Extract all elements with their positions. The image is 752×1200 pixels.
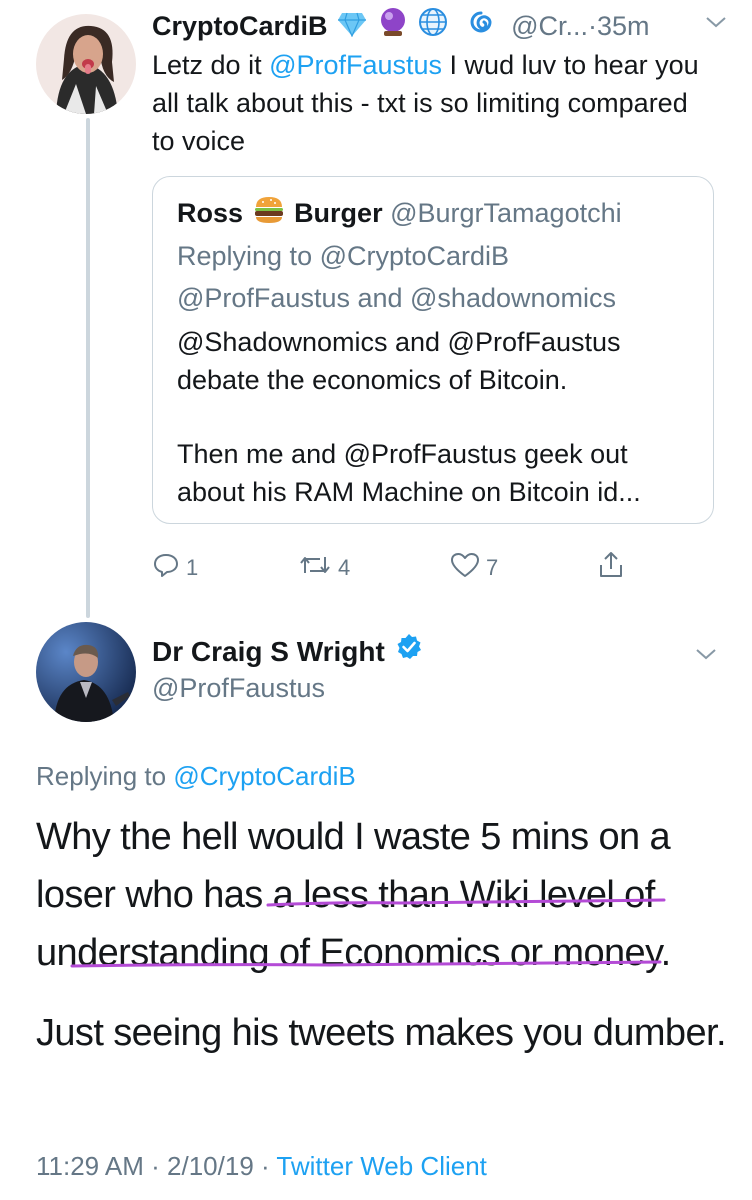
quote-reply-label: Replying to @CryptoCardiB — [177, 241, 510, 271]
quote-first-name: Ross — [177, 198, 244, 228]
tweet-paragraph: Just seeing his tweets makes you dumber. — [36, 1012, 727, 1054]
quote-text: @Shadownomics and @ProfFaustus debate th… — [177, 323, 697, 511]
share-icon — [596, 550, 626, 586]
cyclone-icon — [466, 7, 496, 48]
author-handle[interactable]: @ProfFaustus — [152, 670, 325, 706]
quote-paragraph: @Shadownomics and @ProfFaustus debate th… — [177, 327, 621, 395]
replying-mention[interactable]: @CryptoCardiB — [173, 761, 355, 791]
thread-line — [86, 118, 90, 618]
retweet-count: 4 — [338, 555, 351, 580]
retweet-icon — [298, 551, 332, 585]
reply-count: 1 — [186, 555, 199, 580]
reply-button[interactable]: 1 — [152, 548, 198, 588]
tweet-paragraph: Why the hell would I waste 5 mins on a l… — [36, 816, 671, 974]
burger-icon — [253, 195, 285, 235]
like-count: 7 — [486, 555, 499, 580]
avatar[interactable] — [36, 14, 136, 114]
mention-link[interactable]: @ProfFaustus — [269, 50, 442, 80]
reply-icon — [152, 551, 180, 585]
author-name-row: Dr Craig S Wright — [152, 632, 423, 672]
quote-reply-mentions: @ProfFaustus and @shadownomics — [177, 283, 617, 313]
client-link[interactable]: Twitter Web Client — [276, 1151, 486, 1181]
quoted-tweet[interactable]: Ross Burger @BurgrTamagotchi Replying to… — [152, 176, 714, 524]
globe-icon — [418, 7, 448, 48]
quote-paragraph: Then me and @ProfFaustus geek out about … — [177, 439, 641, 507]
chevron-down-icon[interactable] — [704, 14, 728, 35]
like-icon — [450, 551, 480, 585]
header-handle[interactable]: @Cr... — [511, 11, 588, 41]
share-button[interactable] — [596, 548, 626, 588]
display-name[interactable]: Dr Craig S Wright — [152, 632, 385, 672]
avatar[interactable] — [36, 622, 136, 722]
diamond-icon — [337, 8, 367, 48]
tweet-timestamp[interactable]: 11:29 AM · 2/10/19 · — [36, 1151, 276, 1181]
quote-last-name: Burger — [294, 198, 383, 228]
replying-label: Replying to — [36, 761, 174, 791]
quote-replying-to: Replying to @CryptoCardiB @ProfFaustus a… — [177, 235, 697, 319]
quote-handle: @BurgrTamagotchi — [390, 198, 622, 228]
tweet-text-prefix: Letz do it — [152, 50, 270, 80]
display-name[interactable]: CryptoCardiB — [152, 11, 328, 41]
replying-to: Replying to @CryptoCardiB — [36, 756, 356, 796]
crystal-ball-icon — [379, 7, 407, 48]
tweet-text: Why the hell would I waste 5 mins on a l… — [36, 808, 727, 1062]
tweet-meta: 11:29 AM · 2/10/19 · Twitter Web Client — [36, 1146, 487, 1186]
tweet-header: CryptoCardiB @Cr...·35m — [152, 6, 732, 46]
verified-icon — [395, 632, 423, 672]
quote-header: Ross Burger @BurgrTamagotchi — [177, 193, 622, 235]
timestamp[interactable]: 35m — [597, 11, 650, 41]
retweet-button[interactable]: 4 — [298, 548, 350, 588]
tweet-text: Letz do it @ProfFaustus I wud luv to hea… — [152, 46, 712, 160]
like-button[interactable]: 7 — [450, 548, 498, 588]
chevron-down-icon[interactable] — [694, 646, 718, 667]
separator: · — [588, 11, 598, 41]
